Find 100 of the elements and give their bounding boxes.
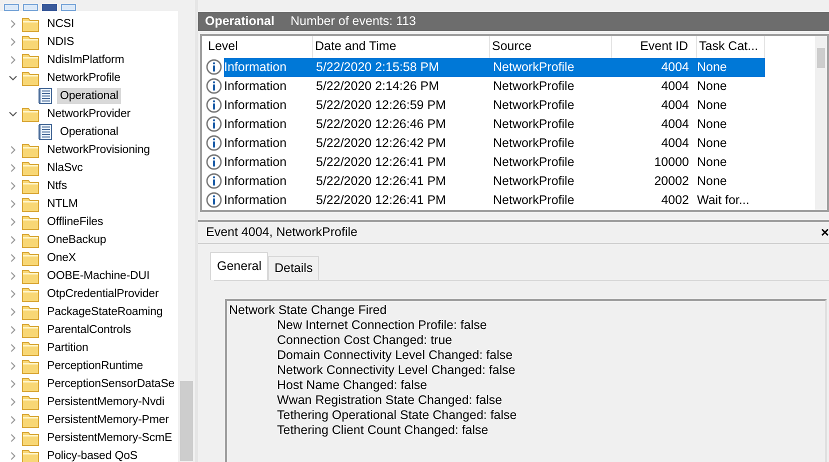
- table-cell: 5/22/2020 2:15:58 PM: [313, 58, 490, 77]
- tab[interactable]: General: [210, 252, 268, 280]
- table-cell-text: 5/22/2020 12:26:41 PM: [315, 154, 447, 171]
- info-icon: [206, 59, 222, 76]
- tree-item[interactable]: OOBE-Machine-DUI: [44, 268, 153, 284]
- table-cell: NetworkProfile: [490, 58, 612, 77]
- table-cell-text: 5/22/2020 2:14:26 PM: [315, 78, 440, 95]
- folder-icon: [22, 214, 39, 230]
- table-cell-text: 4004: [660, 78, 690, 95]
- table-cell-text: NetworkProfile: [492, 78, 576, 95]
- table-cell[interactable]: Information: [224, 190, 313, 210]
- folder-icon: [22, 160, 39, 176]
- table-cell: None: [697, 58, 765, 77]
- tree-item[interactable]: Policy-based QoS: [44, 448, 140, 462]
- log-icon: [38, 88, 52, 104]
- table-cell-text: 5/22/2020 12:26:59 PM: [315, 96, 447, 114]
- tree-item[interactable]: PersistentMemory-Nvdi: [44, 394, 168, 410]
- tree-item[interactable]: OtpCredentialProvider: [44, 286, 162, 302]
- tree-item[interactable]: PersistentMemory-Pmer: [44, 412, 172, 428]
- tree-item[interactable]: NetworkProfile: [44, 70, 124, 86]
- folder-icon: [22, 412, 39, 428]
- tree-item[interactable]: Operational: [57, 88, 122, 104]
- table-cell-text: 5/22/2020 12:26:46 PM: [315, 116, 447, 133]
- table-cell[interactable]: Information: [224, 134, 313, 153]
- table-cell-text: 4004: [660, 134, 690, 152]
- folder-icon: [22, 268, 39, 284]
- table-cell[interactable]: Information: [224, 58, 313, 77]
- table-cell-text: NetworkProfile: [492, 154, 576, 171]
- table-cell-text: NetworkProfile: [492, 192, 576, 209]
- table-cell[interactable]: Information: [224, 152, 313, 172]
- folder-icon: [22, 340, 39, 356]
- table-cell-text: None: [697, 134, 728, 152]
- close-button[interactable]: ×: [820, 225, 829, 240]
- table-cell-text: NetworkProfile: [492, 116, 576, 133]
- event-count: Number of events: 113: [290, 13, 416, 30]
- table-cell-text: 4004: [660, 116, 690, 133]
- table-cell-text: 5/22/2020 12:26:41 PM: [315, 172, 447, 190]
- folder-icon: [22, 34, 39, 50]
- tree-item[interactable]: NetworkProvider: [44, 106, 134, 122]
- folder-icon: [22, 448, 39, 462]
- tree-item[interactable]: Partition: [44, 340, 92, 356]
- scrollbar[interactable]: [178, 11, 195, 462]
- tree-item[interactable]: NCSI: [44, 16, 78, 32]
- folder-icon: [22, 376, 39, 392]
- folder-icon: [22, 106, 39, 122]
- tree-item[interactable]: OneX: [44, 250, 80, 266]
- folder-icon: [22, 178, 39, 194]
- folder-icon: [22, 286, 39, 302]
- tree-item[interactable]: PerceptionRuntime: [44, 358, 146, 374]
- event-title: Event 4004, NetworkProfile: [206, 224, 358, 241]
- tree-item[interactable]: NTLM: [44, 196, 81, 212]
- folder-icon: [22, 70, 39, 86]
- folder-icon: [22, 196, 39, 212]
- table-cell-text: NetworkProfile: [492, 172, 576, 190]
- table-cell-text: NetworkProfile: [492, 134, 576, 152]
- folder-icon: [22, 322, 39, 338]
- scrollbar[interactable]: [815, 36, 827, 210]
- table-cell-text: None: [697, 78, 728, 95]
- table-cell-text: 4004: [660, 96, 690, 114]
- folder-icon: [22, 430, 39, 446]
- tree-item[interactable]: Ntfs: [44, 178, 70, 194]
- table-cell-text: 4002: [660, 192, 690, 209]
- tree-item[interactable]: NdisImPlatform: [44, 52, 128, 68]
- table-cell-text: None: [697, 96, 728, 114]
- table-cell-text: None: [697, 172, 728, 190]
- tree-item[interactable]: NetworkProvisioning: [44, 142, 153, 158]
- tree-item[interactable]: NDIS: [44, 34, 78, 50]
- folder-icon: [22, 304, 39, 320]
- toolbar-icon[interactable]: [23, 4, 38, 11]
- table-cell-text: Wait for...: [697, 192, 750, 209]
- table-cell[interactable]: Information: [224, 76, 313, 96]
- table-cell-text: None: [697, 154, 728, 171]
- toolbar-icon[interactable]: [61, 4, 76, 11]
- tree-item[interactable]: PackageStateRoaming: [44, 304, 166, 320]
- table-cell-text: 20002: [653, 172, 690, 190]
- tree-item[interactable]: OneBackup: [44, 232, 110, 248]
- tree-item[interactable]: ParentalControls: [44, 322, 134, 338]
- table-cell[interactable]: Information: [224, 96, 313, 115]
- toolbar-icon[interactable]: [4, 4, 19, 11]
- table-cell[interactable]: Information: [224, 172, 313, 191]
- folder-icon: [22, 16, 39, 32]
- table-cell[interactable]: Information: [224, 114, 313, 134]
- folder-icon: [22, 232, 39, 248]
- folder-icon: [22, 52, 39, 68]
- folder-icon: [22, 394, 39, 410]
- table-cell: 4004: [612, 58, 697, 77]
- tree-item[interactable]: PerceptionSensorDataSe: [44, 376, 178, 392]
- event-description: Network State Change Fired New Internet Connection Profile: false Connection Cost Changed: true Domain Connectivity Level Changed: false Network Connectivity Level Changed: false Host Name Changed: false Wwan Registration State Changed: false Tethering Operational State Changed: false Tethering Client Count Changed: false: [225, 298, 827, 462]
- tree-item[interactable]: NlaSvc: [44, 160, 86, 176]
- table-cell-text: 10000: [653, 154, 690, 171]
- table-cell-text: NetworkProfile: [492, 96, 576, 114]
- tree-item[interactable]: OfflineFiles: [44, 214, 106, 230]
- tree-item[interactable]: PersistentMemory-ScmE: [44, 430, 176, 446]
- folder-icon: [22, 142, 39, 158]
- log-title: Operational: [205, 13, 274, 30]
- tree-item[interactable]: Operational: [57, 124, 122, 140]
- table-cell-text: 5/22/2020 12:26:41 PM: [315, 192, 447, 209]
- folder-icon: [22, 250, 39, 266]
- log-icon: [38, 124, 52, 140]
- tab[interactable]: Details: [268, 256, 319, 280]
